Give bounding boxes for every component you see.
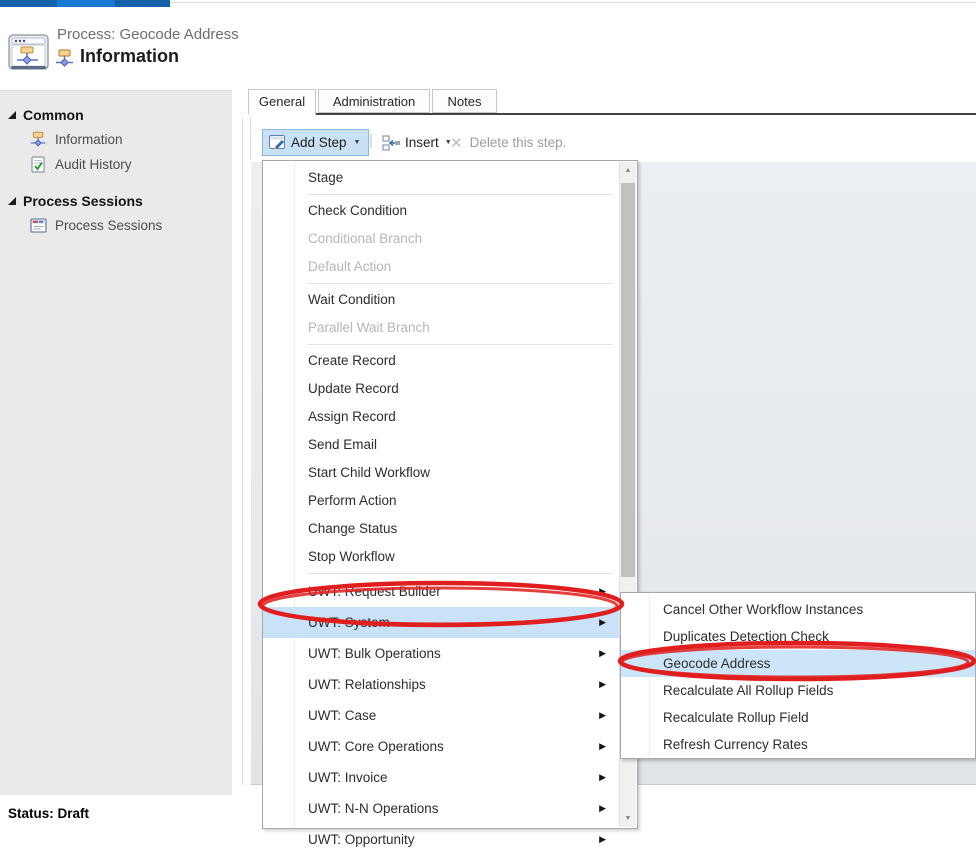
toolbar-left-border <box>250 117 251 160</box>
scroll-down-button[interactable]: ▼ <box>620 810 636 827</box>
menu-separator <box>308 344 612 345</box>
menu-item-conditional-branch: Conditional Branch <box>263 225 620 253</box>
workflow-icon <box>55 49 75 68</box>
expand-triangle-icon <box>8 111 16 119</box>
menu-item-uwt-nn-operations[interactable]: UWT: N-N Operations ▶ <box>263 793 620 824</box>
menu-item-uwt-case[interactable]: UWT: Case ▶ <box>263 700 620 731</box>
menu-item-uwt-bulk-operations[interactable]: UWT: Bulk Operations ▶ <box>263 638 620 669</box>
menu-item-label: UWT: Bulk Operations <box>308 646 441 661</box>
sidebar-group-common[interactable]: Common <box>0 103 232 127</box>
top-accent-segment <box>57 0 115 7</box>
menu-item-label: UWT: Relationships <box>308 677 426 692</box>
menu-item-change-status[interactable]: Change Status <box>263 515 620 543</box>
menu-item-label: UWT: Case <box>308 708 376 723</box>
sidebar-group-process-sessions[interactable]: Process Sessions <box>0 189 232 213</box>
menu-item-uwt-system[interactable]: UWT: System ▶ <box>263 607 620 638</box>
menu-item-label: UWT: Opportunity <box>308 832 415 847</box>
menu-item-uwt-relationships[interactable]: UWT: Relationships ▶ <box>263 669 620 700</box>
menu-item-label: UWT: Request Builder <box>308 584 441 599</box>
menu-item-stop-workflow[interactable]: Stop Workflow <box>263 543 620 571</box>
sidebar-group-label: Common <box>23 107 84 123</box>
page-title: Information <box>80 46 179 67</box>
menu-item-start-child-workflow[interactable]: Start Child Workflow <box>263 459 620 487</box>
menu-separator <box>308 194 612 195</box>
delete-step-button[interactable]: ✕ Delete this step. <box>450 129 566 156</box>
submenu-item-geocode-address[interactable]: Geocode Address <box>621 650 975 677</box>
sidebar-item-label: Information <box>55 132 123 147</box>
audit-history-icon <box>30 156 47 173</box>
delete-step-label: Delete this step. <box>470 135 567 150</box>
submenu-arrow-icon: ▶ <box>599 576 606 607</box>
workflow-icon <box>30 131 47 148</box>
submenu-arrow-icon: ▶ <box>599 762 606 793</box>
process-window-icon <box>8 34 50 72</box>
sidebar-group-label: Process Sessions <box>23 193 143 209</box>
submenu-item-cancel-other-workflow-instances[interactable]: Cancel Other Workflow Instances <box>621 596 975 623</box>
menu-item-uwt-core-operations[interactable]: UWT: Core Operations ▶ <box>263 731 620 762</box>
toolbar-separator: | <box>369 132 373 149</box>
submenu-arrow-icon: ▶ <box>599 607 606 638</box>
process-sessions-icon <box>30 217 47 234</box>
caret-down-icon: ▼ <box>354 139 361 146</box>
sidebar-item-information[interactable]: Information <box>0 127 232 152</box>
submenu-arrow-icon: ▶ <box>599 731 606 762</box>
sidebar-item-label: Process Sessions <box>55 218 162 233</box>
menu-item-uwt-invoice[interactable]: UWT: Invoice ▶ <box>263 762 620 793</box>
insert-button[interactable]: Insert ▼ <box>382 129 452 156</box>
tab-general[interactable]: General <box>248 89 316 115</box>
menu-separator <box>308 283 612 284</box>
tab-notes[interactable]: Notes <box>432 89 497 113</box>
scroll-up-button[interactable]: ▲ <box>620 162 636 179</box>
submenu-item-duplicates-detection-check[interactable]: Duplicates Detection Check <box>621 623 975 650</box>
add-step-menu: Stage Check Condition Conditional Branch… <box>262 160 638 829</box>
process-editor-window: { "header": { "process_label": "Process:… <box>0 0 976 836</box>
tabstrip-underline <box>316 113 976 115</box>
content-left-border <box>242 118 243 785</box>
menu-item-label: UWT: System <box>308 615 390 630</box>
delete-x-icon: ✕ <box>450 134 463 152</box>
window-top-border <box>170 2 976 3</box>
menu-item-uwt-opportunity[interactable]: UWT: Opportunity ▶ <box>263 824 620 855</box>
sidebar-item-audit-history[interactable]: Audit History <box>0 152 232 177</box>
submenu-item-recalculate-all-rollup-fields[interactable]: Recalculate All Rollup Fields <box>621 677 975 704</box>
sidebar: Common Information Audit History Process… <box>0 90 232 795</box>
add-step-icon <box>269 135 286 150</box>
menu-item-label: UWT: Core Operations <box>308 739 444 754</box>
top-accent-segment <box>115 0 170 7</box>
menu-item-assign-record[interactable]: Assign Record <box>263 403 620 431</box>
submenu-arrow-icon: ▶ <box>599 824 606 855</box>
process-subtitle: Process: Geocode Address <box>57 26 239 43</box>
top-accent-segment <box>0 0 57 7</box>
menu-item-create-record[interactable]: Create Record <box>263 347 620 375</box>
insert-label: Insert <box>405 135 439 150</box>
menu-separator <box>308 573 612 574</box>
tab-administration[interactable]: Administration <box>318 89 430 113</box>
menu-item-check-condition[interactable]: Check Condition <box>263 197 620 225</box>
sidebar-item-process-sessions[interactable]: Process Sessions <box>0 213 232 238</box>
scroll-thumb[interactable] <box>621 183 635 577</box>
status-text: Status: Draft <box>8 806 89 821</box>
sidebar-item-label: Audit History <box>55 157 132 172</box>
menu-item-stage[interactable]: Stage <box>263 164 620 192</box>
menu-item-label: UWT: Invoice <box>308 770 388 785</box>
submenu-arrow-icon: ▶ <box>599 700 606 731</box>
add-step-label: Add Step <box>291 135 347 150</box>
add-step-button[interactable]: Add Step ▼ <box>262 129 369 156</box>
submenu-arrow-icon: ▶ <box>599 638 606 669</box>
submenu-item-refresh-currency-rates[interactable]: Refresh Currency Rates <box>621 731 975 758</box>
submenu-arrow-icon: ▶ <box>599 669 606 700</box>
uwt-system-submenu: Cancel Other Workflow Instances Duplicat… <box>620 592 976 759</box>
menu-item-default-action: Default Action <box>263 253 620 281</box>
menu-item-send-email[interactable]: Send Email <box>263 431 620 459</box>
menu-item-parallel-wait-branch: Parallel Wait Branch <box>263 314 620 342</box>
menu-item-wait-condition[interactable]: Wait Condition <box>263 286 620 314</box>
submenu-arrow-icon: ▶ <box>599 793 606 824</box>
menu-item-update-record[interactable]: Update Record <box>263 375 620 403</box>
menu-item-label: UWT: N-N Operations <box>308 801 439 816</box>
expand-triangle-icon <box>8 197 16 205</box>
submenu-item-recalculate-rollup-field[interactable]: Recalculate Rollup Field <box>621 704 975 731</box>
menu-item-uwt-request-builder[interactable]: UWT: Request Builder ▶ <box>263 576 620 607</box>
insert-icon <box>382 135 401 151</box>
menu-item-perform-action[interactable]: Perform Action <box>263 487 620 515</box>
